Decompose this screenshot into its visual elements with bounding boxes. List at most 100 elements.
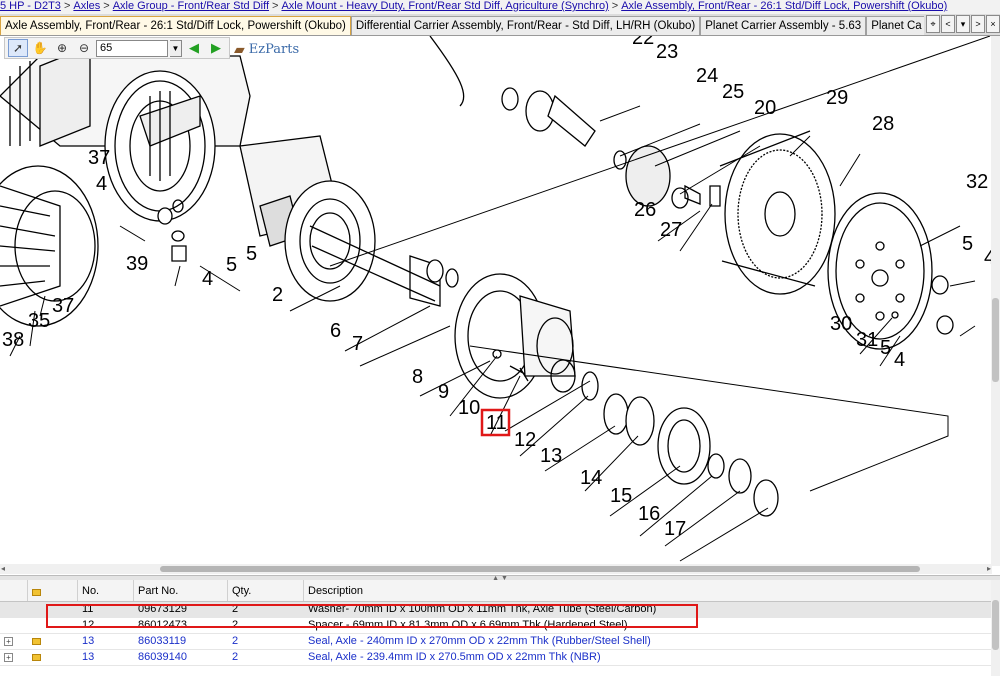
table-row[interactable]: + 13 86039140 2 Seal, Axle - 239.4mm ID … <box>0 650 992 666</box>
row-description[interactable]: Seal, Axle - 240mm ID x 270mm OD x 22mm … <box>304 634 992 649</box>
callout-14[interactable]: 14 <box>580 467 602 489</box>
folder-icon[interactable] <box>32 654 41 661</box>
callout-6[interactable]: 6 <box>330 320 341 342</box>
vertical-scroll-thumb[interactable] <box>992 298 999 382</box>
expand-plus-icon[interactable]: + <box>4 653 13 662</box>
drawing-vertical-scrollbar[interactable] <box>991 36 1000 566</box>
exploded-view-drawing[interactable]: 37 4 39 5 4 5 37 35 38 2 6 7 8 9 10 11 1… <box>0 36 1000 566</box>
table-row[interactable]: 11 09673129 2 Washer- 70mm ID x 100mm OD… <box>0 602 992 618</box>
tab-planet-carrier-2[interactable]: Planet Ca <box>866 16 927 35</box>
tab-scroll-right-icon[interactable]: > <box>971 15 985 33</box>
callout-16[interactable]: 16 <box>638 503 660 525</box>
tab-planet-carrier[interactable]: Planet Carrier Assembly - 5.63 <box>700 16 867 35</box>
callout-7[interactable]: 7 <box>352 333 363 355</box>
callout-13[interactable]: 13 <box>540 445 562 467</box>
ezparts-logo: ▰ EzParts <box>234 38 299 60</box>
forward-arrow-icon[interactable]: ▶ <box>206 39 226 57</box>
callout-27[interactable]: 27 <box>660 219 682 241</box>
zoom-out-icon[interactable]: ⊖ <box>74 39 94 57</box>
back-arrow-icon[interactable]: ◀ <box>184 39 204 57</box>
logo-text: EzParts <box>248 41 300 57</box>
row-no: 13 <box>82 635 95 647</box>
zoom-in-icon[interactable]: ⊕ <box>52 39 72 57</box>
header-part-no[interactable]: Part No. <box>134 580 228 601</box>
callout-15[interactable]: 15 <box>610 485 632 507</box>
folder-icon[interactable] <box>32 638 41 645</box>
callout-25[interactable]: 25 <box>722 81 744 103</box>
callout-5d[interactable]: 5 <box>880 337 891 359</box>
horizontal-scroll-thumb[interactable] <box>160 566 920 572</box>
scroll-right-icon[interactable]: ▸ <box>987 564 991 573</box>
tab-differential-carrier[interactable]: Differential Carrier Assembly, Front/Rea… <box>350 16 701 35</box>
scroll-left-icon[interactable]: ◂ <box>1 564 5 573</box>
breadcrumb-separator: > <box>611 0 619 12</box>
pointer-icon[interactable]: ➚ <box>8 39 28 57</box>
callout-35[interactable]: 35 <box>28 310 50 332</box>
callout-11[interactable]: 11 <box>486 412 507 434</box>
expand-plus-icon[interactable]: + <box>4 637 13 646</box>
row-no: 13 <box>82 651 95 663</box>
callout-4c[interactable]: 4 <box>894 349 905 371</box>
row-part-no[interactable]: 86039140 <box>134 650 228 665</box>
tab-axle-assembly[interactable]: Axle Assembly, Front/Rear - 26:1 Std/Dif… <box>0 16 351 35</box>
callout-37b[interactable]: 37 <box>52 295 74 317</box>
grid-scroll-thumb[interactable] <box>992 600 999 650</box>
callout-31[interactable]: 31 <box>856 329 878 351</box>
parts-diagram[interactable]: 37 4 39 5 4 5 37 35 38 2 6 7 8 9 10 11 1… <box>0 36 1000 566</box>
table-row[interactable]: 12 86012473 2 Spacer - 69mm ID x 81.3mm … <box>0 618 992 634</box>
pin-tab-icon[interactable]: ⌖ <box>926 15 940 33</box>
breadcrumb-item-axle-mount[interactable]: Axle Mount - Heavy Duty, Front/Rear Std … <box>281 0 608 12</box>
callout-17[interactable]: 17 <box>664 518 686 540</box>
grid-header: No. Part No. Qty. Description <box>0 580 992 602</box>
callout-12[interactable]: 12 <box>514 429 536 451</box>
callout-5b[interactable]: 5 <box>246 243 257 265</box>
callout-10[interactable]: 10 <box>458 397 480 419</box>
row-part-no: 09673129 <box>138 603 187 615</box>
row-no: 12 <box>82 619 95 631</box>
grid-vertical-scrollbar[interactable] <box>991 580 1000 676</box>
callout-29[interactable]: 29 <box>826 87 848 109</box>
row-no: 11 <box>82 603 94 615</box>
breadcrumb-item-axle-assembly[interactable]: Axle Assembly, Front/Rear - 26:1 Std/Dif… <box>621 0 947 12</box>
tab-scroll-left-icon[interactable]: < <box>941 15 955 33</box>
header-qty[interactable]: Qty. <box>228 580 304 601</box>
zoom-dropdown-icon[interactable]: ▼ <box>170 39 182 57</box>
breadcrumb-item-axle-group[interactable]: Axle Group - Front/Rear Std Diff <box>113 0 269 12</box>
callout-30[interactable]: 30 <box>830 313 852 335</box>
breadcrumb-separator: > <box>103 0 110 12</box>
callout-4[interactable]: 4 <box>96 173 107 195</box>
callout-38[interactable]: 38 <box>2 329 24 351</box>
header-description[interactable]: Description <box>304 580 992 601</box>
callout-9[interactable]: 9 <box>438 381 449 403</box>
callout-8[interactable]: 8 <box>412 366 423 388</box>
drawing-horizontal-scrollbar[interactable]: ◂ ▸ <box>0 564 992 574</box>
callout-20[interactable]: 20 <box>754 97 776 119</box>
row-qty: 2 <box>232 619 239 631</box>
breadcrumb-item-axles[interactable]: Axles <box>73 0 100 12</box>
drawing-toolbar: ➚ ✋ ⊕ ⊖ 65 ▼ ◀ ▶ <box>4 37 230 59</box>
header-no[interactable]: No. <box>78 580 134 601</box>
callout-39[interactable]: 39 <box>126 253 148 275</box>
callout-5[interactable]: 5 <box>226 254 237 276</box>
callout-23[interactable]: 23 <box>656 41 678 63</box>
callout-28[interactable]: 28 <box>872 113 894 135</box>
callout-32[interactable]: 32 <box>966 171 988 193</box>
callout-2[interactable]: 2 <box>272 284 283 306</box>
table-row[interactable]: + 13 86033119 2 Seal, Axle - 240mm ID x … <box>0 634 992 650</box>
breadcrumb-separator: > <box>272 0 279 12</box>
callout-24[interactable]: 24 <box>696 65 718 87</box>
header-expand <box>0 580 28 601</box>
close-tab-icon[interactable]: × <box>986 15 1000 33</box>
tab-list-dropdown-icon[interactable]: ▾ <box>956 15 970 33</box>
callout-22[interactable]: 22 <box>632 36 654 49</box>
callout-5c[interactable]: 5 <box>962 233 973 255</box>
breadcrumb-item-model[interactable]: 5 HP - D2T3 <box>0 0 61 12</box>
callout-26[interactable]: 26 <box>634 199 656 221</box>
row-part-no[interactable]: 86033119 <box>134 634 228 649</box>
row-qty: 2 <box>232 651 239 663</box>
row-description[interactable]: Seal, Axle - 239.4mm ID x 270.5mm OD x 2… <box>304 650 992 665</box>
callout-37[interactable]: 37 <box>88 147 110 169</box>
zoom-level-input[interactable]: 65 <box>96 39 168 57</box>
callout-4b[interactable]: 4 <box>202 268 213 290</box>
pan-hand-icon[interactable]: ✋ <box>30 39 50 57</box>
